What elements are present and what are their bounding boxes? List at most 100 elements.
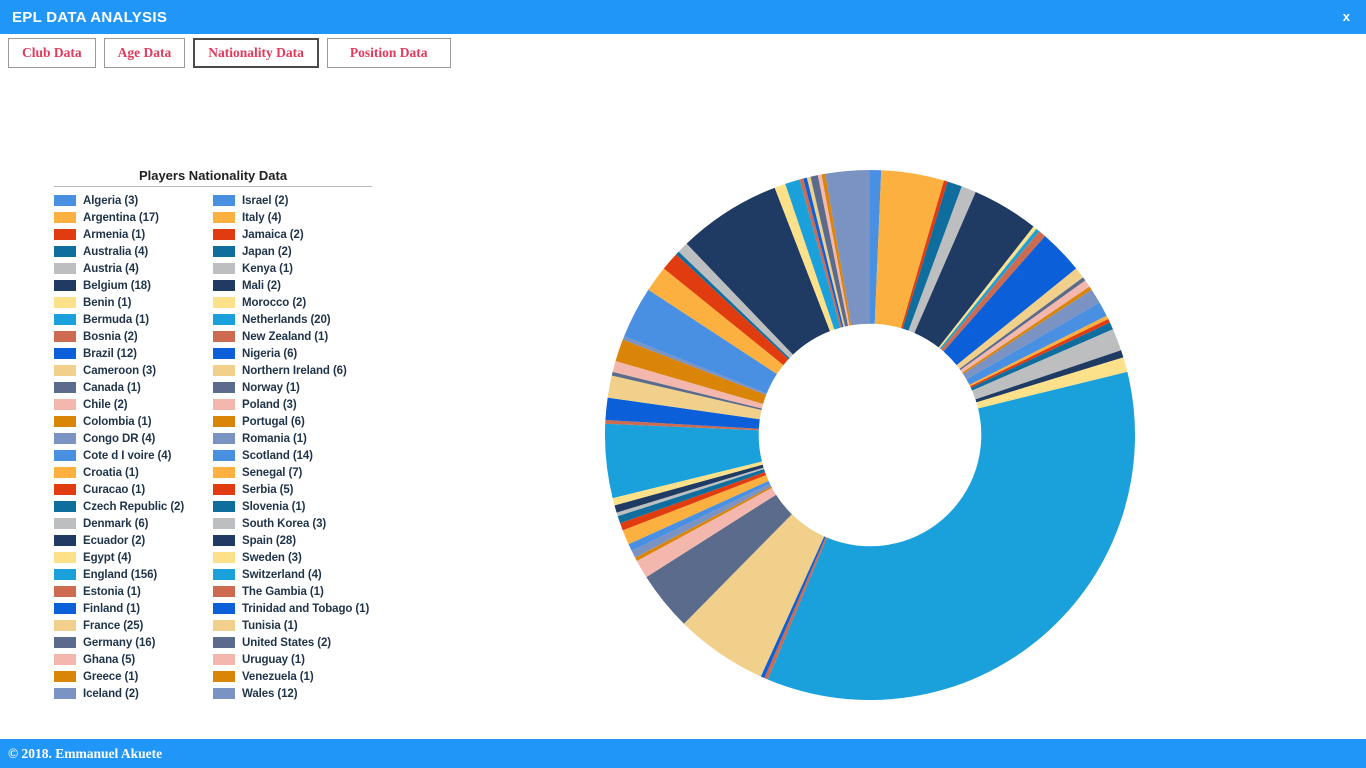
legend-item[interactable]: Norway (1) <box>213 379 372 396</box>
legend-item[interactable]: Italy (4) <box>213 209 372 226</box>
legend-item[interactable]: Iceland (2) <box>54 685 213 702</box>
legend-item-label: Czech Republic (2) <box>83 500 185 513</box>
legend-item[interactable]: Tunisia (1) <box>213 617 372 634</box>
legend-item-label: Australia (4) <box>83 245 149 258</box>
legend-item[interactable]: Poland (3) <box>213 396 372 413</box>
legend-item[interactable]: Bermuda (1) <box>54 311 213 328</box>
legend-item[interactable]: Netherlands (20) <box>213 311 372 328</box>
legend-item[interactable]: Estonia (1) <box>54 583 213 600</box>
legend-item[interactable]: Brazil (12) <box>54 345 213 362</box>
tab-nationality-data[interactable]: Nationality Data <box>193 38 319 68</box>
legend-item[interactable]: Algeria (3) <box>54 192 213 209</box>
legend-swatch-icon <box>213 637 235 648</box>
legend-item-label: Cameroon (3) <box>83 364 156 377</box>
legend-item-label: Venezuela (1) <box>242 670 314 683</box>
legend-item[interactable]: Cote d I voire (4) <box>54 447 213 464</box>
legend-item[interactable]: Germany (16) <box>54 634 213 651</box>
legend-item[interactable]: Scotland (14) <box>213 447 372 464</box>
legend-item-label: Japan (2) <box>242 245 292 258</box>
footer-bar: © 2018. Emmanuel Akuete <box>0 739 1366 768</box>
legend-item-label: Greece (1) <box>83 670 139 683</box>
tab-position-data[interactable]: Position Data <box>326 38 451 68</box>
legend-item[interactable]: United States (2) <box>213 634 372 651</box>
legend-item[interactable]: Belgium (18) <box>54 277 213 294</box>
legend-item-label: Slovenia (1) <box>242 500 306 513</box>
legend-item[interactable]: Wales (12) <box>213 685 372 702</box>
legend-item-label: France (25) <box>83 619 144 632</box>
legend-item[interactable]: Denmark (6) <box>54 515 213 532</box>
legend-swatch-icon <box>54 535 76 546</box>
legend-item-label: Romania (1) <box>242 432 307 445</box>
legend-item-label: Nigeria (6) <box>242 347 298 360</box>
legend-item[interactable]: Switzerland (4) <box>213 566 372 583</box>
legend-item-label: Armenia (1) <box>83 228 146 241</box>
tab-club-data[interactable]: Club Data <box>8 38 96 68</box>
legend-item[interactable]: Morocco (2) <box>213 294 372 311</box>
legend-item[interactable]: Armenia (1) <box>54 226 213 243</box>
title-bar: EPL DATA ANALYSIS x <box>0 0 1366 34</box>
legend-swatch-icon <box>54 297 76 308</box>
legend-item[interactable]: Benin (1) <box>54 294 213 311</box>
legend-item[interactable]: Chile (2) <box>54 396 213 413</box>
legend-item[interactable]: Cameroon (3) <box>54 362 213 379</box>
legend-item[interactable]: The Gambia (1) <box>213 583 372 600</box>
legend-item[interactable]: Ecuador (2) <box>54 532 213 549</box>
legend-item-label: Cote d I voire (4) <box>83 449 172 462</box>
legend-item[interactable]: Kenya (1) <box>213 260 372 277</box>
legend-columns: Algeria (3) Argentina (17) Armenia (1) Aust… <box>54 192 372 702</box>
legend-item[interactable]: Senegal (7) <box>213 464 372 481</box>
legend-swatch-icon <box>54 603 76 614</box>
legend-item[interactable]: Jamaica (2) <box>213 226 372 243</box>
legend-item[interactable]: Trinidad and Tobago (1) <box>213 600 372 617</box>
legend-item[interactable]: Japan (2) <box>213 243 372 260</box>
legend-item[interactable]: Romania (1) <box>213 430 372 447</box>
legend-item[interactable]: Czech Republic (2) <box>54 498 213 515</box>
legend-item-label: Estonia (1) <box>83 585 141 598</box>
legend-item[interactable]: Congo DR (4) <box>54 430 213 447</box>
legend-item[interactable]: Sweden (3) <box>213 549 372 566</box>
legend-item[interactable]: France (25) <box>54 617 213 634</box>
legend-item-label: Norway (1) <box>242 381 300 394</box>
legend-item[interactable]: Portugal (6) <box>213 413 372 430</box>
legend-item-label: Kenya (1) <box>242 262 293 275</box>
legend-swatch-icon <box>213 348 235 359</box>
legend-item-label: Israel (2) <box>242 194 289 207</box>
legend-item[interactable]: Uruguay (1) <box>213 651 372 668</box>
legend-item-label: Senegal (7) <box>242 466 303 479</box>
legend-item[interactable]: Bosnia (2) <box>54 328 213 345</box>
legend-swatch-icon <box>54 416 76 427</box>
legend-swatch-icon <box>54 246 76 257</box>
legend-item[interactable]: Spain (28) <box>213 532 372 549</box>
legend-item[interactable]: Colombia (1) <box>54 413 213 430</box>
legend-item[interactable]: England (156) <box>54 566 213 583</box>
legend-item[interactable]: Serbia (5) <box>213 481 372 498</box>
legend-swatch-icon <box>213 314 235 325</box>
legend-item-label: Brazil (12) <box>83 347 137 360</box>
legend-item[interactable]: Mali (2) <box>213 277 372 294</box>
legend-item[interactable]: Croatia (1) <box>54 464 213 481</box>
legend-item[interactable]: Slovenia (1) <box>213 498 372 515</box>
tab-age-data[interactable]: Age Data <box>103 38 186 68</box>
close-icon[interactable]: x <box>1343 0 1366 34</box>
legend-item[interactable]: Finland (1) <box>54 600 213 617</box>
legend-item-label: Curacao (1) <box>83 483 146 496</box>
legend-item[interactable]: Northern Ireland (6) <box>213 362 372 379</box>
legend-item[interactable]: Curacao (1) <box>54 481 213 498</box>
legend-item[interactable]: Australia (4) <box>54 243 213 260</box>
legend-item[interactable]: Israel (2) <box>213 192 372 209</box>
legend-item-label: Chile (2) <box>83 398 128 411</box>
legend-item[interactable]: Egypt (4) <box>54 549 213 566</box>
legend-swatch-icon <box>54 569 76 580</box>
legend-item[interactable]: Nigeria (6) <box>213 345 372 362</box>
legend-item[interactable]: New Zealand (1) <box>213 328 372 345</box>
legend-item-label: Egypt (4) <box>83 551 132 564</box>
legend-item[interactable]: South Korea (3) <box>213 515 372 532</box>
legend-item[interactable]: Venezuela (1) <box>213 668 372 685</box>
legend-item[interactable]: Austria (4) <box>54 260 213 277</box>
legend-item[interactable]: Argentina (17) <box>54 209 213 226</box>
legend-item[interactable]: Ghana (5) <box>54 651 213 668</box>
legend-swatch-icon <box>54 688 76 699</box>
legend-item[interactable]: Greece (1) <box>54 668 213 685</box>
page-title: EPL DATA ANALYSIS <box>12 8 168 26</box>
legend-item[interactable]: Canada (1) <box>54 379 213 396</box>
